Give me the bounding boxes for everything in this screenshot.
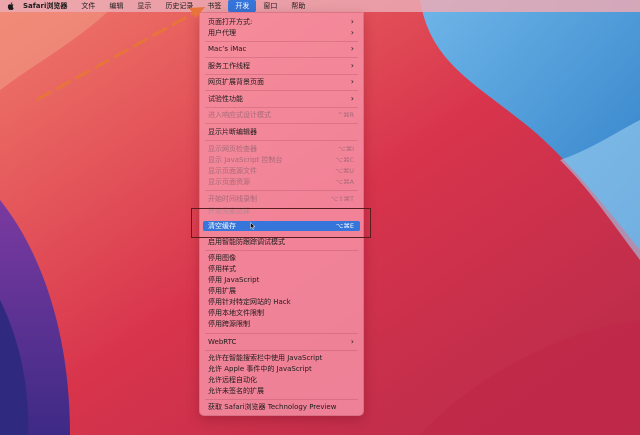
chevron-right-icon: ›	[350, 28, 354, 37]
menu-separator	[205, 107, 358, 108]
menu-bar: Safari浏览器 文件 编辑 显示 历史记录 书签 开发 窗口 帮助	[0, 0, 640, 12]
menu-item-label: 显示页面源文件	[208, 167, 257, 175]
menu-item-javascript-console[interactable]: 显示 JavaScript 控制台 ⌥⌘C	[203, 155, 360, 165]
menu-separator	[205, 90, 358, 91]
annotation-highlight-box	[191, 208, 371, 238]
menu-separator	[205, 74, 358, 75]
menu-item-label: WebRTC	[208, 338, 237, 346]
menu-item-label: 开始时间线录制	[208, 195, 257, 203]
menu-item-label: 显示 JavaScript 控制台	[208, 156, 283, 164]
menubar-develop[interactable]: 开发	[228, 0, 257, 12]
menu-item-open-page-with[interactable]: 页面打开方式: ›	[203, 17, 360, 27]
menu-separator	[205, 190, 358, 191]
menu-item-disable-images[interactable]: 停用图像	[203, 253, 360, 263]
menu-item-shortcut: ⌥⌘I	[338, 145, 354, 153]
menu-item-page-source[interactable]: 显示页面源文件 ⌥⌘U	[203, 166, 360, 176]
menu-item-label: 显示网页检查器	[208, 145, 257, 153]
menubar-window[interactable]: 窗口	[256, 0, 284, 12]
menu-item-allow-remote-automation[interactable]: 允许远程自动化	[203, 375, 360, 385]
menu-item-service-workers[interactable]: 服务工作线程 ›	[203, 61, 360, 71]
menu-item-allow-js-apple-events[interactable]: 允许 Apple 事件中的 JavaScript	[203, 364, 360, 374]
menu-item-itp-debug-mode[interactable]: 启用智能防跟踪调试模式	[203, 237, 360, 247]
menu-item-label: 试验性功能	[208, 95, 243, 103]
menu-item-label: 停用针对特定网站的 Hack	[208, 298, 291, 306]
menu-item-label: 停用样式	[208, 265, 236, 273]
menu-item-label: 显示片断编辑器	[208, 128, 257, 136]
chevron-right-icon: ›	[350, 61, 354, 70]
menu-item-label: 启用智能防跟踪调试模式	[208, 238, 285, 246]
chevron-right-icon: ›	[350, 17, 354, 26]
menu-separator	[205, 57, 358, 58]
menu-item-shortcut: ^⌘R	[337, 111, 354, 119]
menubar-file[interactable]: 文件	[74, 0, 102, 12]
chevron-right-icon: ›	[350, 77, 354, 86]
menu-item-label: 显示页面资源	[208, 178, 250, 186]
menu-separator	[205, 140, 358, 141]
apple-logo-icon[interactable]	[7, 2, 15, 10]
menu-item-disable-site-hacks[interactable]: 停用针对特定网站的 Hack	[203, 297, 360, 307]
menu-separator	[205, 350, 358, 351]
menu-item-allow-unsigned-extensions[interactable]: 允许未签名的扩展	[203, 386, 360, 396]
menu-separator	[205, 250, 358, 251]
menubar-view[interactable]: 显示	[130, 0, 158, 12]
menubar-bookmarks[interactable]: 书签	[200, 0, 228, 12]
menu-item-technology-preview[interactable]: 获取 Safari浏览器 Technology Preview	[203, 402, 360, 412]
menu-item-disable-extensions[interactable]: 停用扩展	[203, 286, 360, 296]
menu-item-allow-js-smart-search[interactable]: 允许在智能搜索栏中使用 JavaScript	[203, 353, 360, 363]
menu-item-label: 允许 Apple 事件中的 JavaScript	[208, 365, 312, 373]
menu-item-disable-styles[interactable]: 停用样式	[203, 264, 360, 274]
menu-item-label: 停用图像	[208, 254, 236, 262]
menu-separator	[205, 41, 358, 42]
menu-item-label: Mac’s iMac	[208, 45, 247, 53]
menu-item-label: 停用扩展	[208, 287, 236, 295]
menu-item-device-imac[interactable]: Mac’s iMac ›	[203, 44, 360, 54]
menu-item-label: 用户代理	[208, 29, 236, 37]
menu-item-page-resources[interactable]: 显示页面资源 ⌥⌘A	[203, 177, 360, 187]
menu-item-label: 停用 JavaScript	[208, 276, 260, 284]
menubar-app-safari[interactable]: Safari浏览器	[21, 0, 74, 12]
menu-item-label: 获取 Safari浏览器 Technology Preview	[208, 403, 337, 411]
menu-separator	[205, 123, 358, 124]
menu-item-shortcut: ⌥⌘U	[335, 167, 354, 175]
menu-item-shortcut: ⌥⌘A	[335, 178, 354, 186]
menubar-help[interactable]: 帮助	[284, 0, 312, 12]
menu-item-snippet-editor[interactable]: 显示片断编辑器	[203, 127, 360, 137]
menu-item-shortcut: ⌥⇧⌘T	[330, 195, 354, 203]
menu-item-label: 页面打开方式:	[208, 18, 253, 26]
chevron-right-icon: ›	[350, 94, 354, 103]
menubar-history[interactable]: 历史记录	[158, 0, 200, 12]
menu-item-label: 允许未签名的扩展	[208, 387, 264, 395]
menu-item-label: 允许在智能搜索栏中使用 JavaScript	[208, 354, 323, 362]
menubar-edit[interactable]: 编辑	[102, 0, 130, 12]
menu-item-shortcut: ⌥⌘C	[335, 156, 354, 164]
menu-item-label: 服务工作线程	[208, 62, 250, 70]
menu-item-responsive-design-mode[interactable]: 进入响应式设计模式 ^⌘R	[203, 110, 360, 120]
menu-item-label: 停用跨源限制	[208, 320, 250, 328]
menu-item-user-agent[interactable]: 用户代理 ›	[203, 28, 360, 38]
menu-separator	[205, 399, 358, 400]
menu-item-experimental-features[interactable]: 试验性功能 ›	[203, 94, 360, 104]
menu-item-label: 进入响应式设计模式	[208, 111, 271, 119]
menu-item-disable-local-file-restrictions[interactable]: 停用本地文件限制	[203, 308, 360, 318]
menu-item-label: 停用本地文件限制	[208, 309, 264, 317]
chevron-right-icon: ›	[350, 337, 354, 346]
menu-item-label: 网页扩展背景页面	[208, 78, 264, 86]
chevron-right-icon: ›	[350, 44, 354, 53]
menu-item-webrtc[interactable]: WebRTC ›	[203, 337, 360, 347]
menu-separator	[205, 333, 358, 334]
menu-item-label: 允许远程自动化	[208, 376, 257, 384]
menu-item-disable-javascript[interactable]: 停用 JavaScript	[203, 275, 360, 285]
menu-item-extension-background-pages[interactable]: 网页扩展背景页面 ›	[203, 77, 360, 87]
mouse-pointer-icon	[250, 222, 256, 230]
menu-item-disable-cross-origin-restrictions[interactable]: 停用跨源限制	[203, 319, 360, 329]
menu-item-web-inspector[interactable]: 显示网页检查器 ⌥⌘I	[203, 144, 360, 154]
menu-item-timeline-recording[interactable]: 开始时间线录制 ⌥⇧⌘T	[203, 194, 360, 204]
